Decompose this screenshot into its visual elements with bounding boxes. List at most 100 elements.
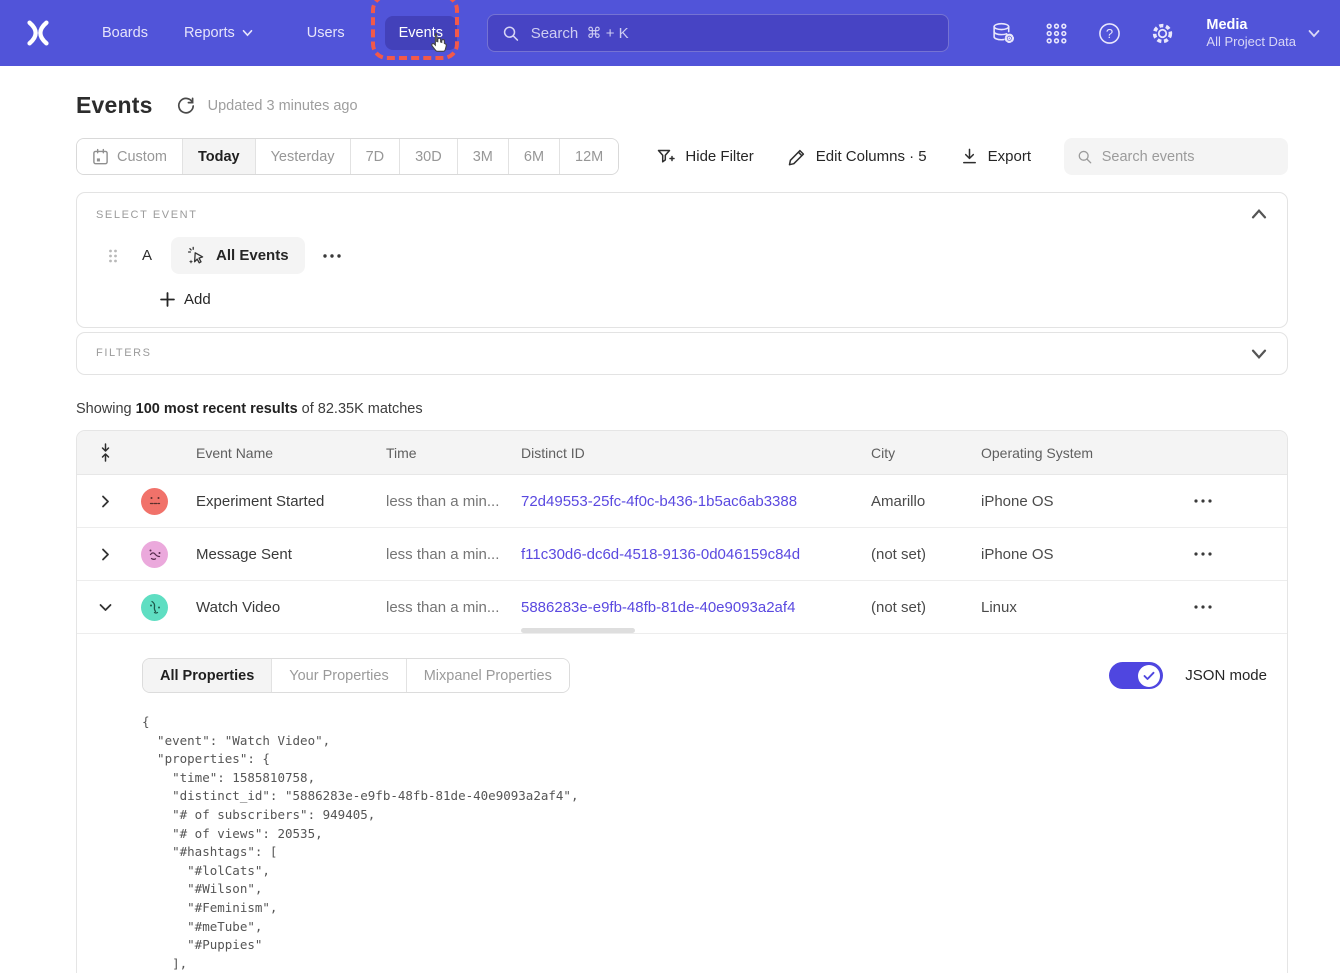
date-12m-button[interactable]: 12M [560,139,618,174]
header-event-name[interactable]: Event Name [177,445,367,461]
chevron-down-icon [242,29,253,37]
pencil-icon [787,147,807,167]
nav-events[interactable]: Events [385,16,457,50]
distinct-id-cell: 72d49553-25fc-4f0c-b436-1b5ac6ab3388 [502,493,852,510]
avatar [141,541,168,568]
expand-chevron-down-icon[interactable] [1251,346,1267,362]
chevron-down-icon [1308,29,1320,38]
chevron-right-icon [101,495,110,508]
json-mode-label: JSON mode [1185,667,1267,684]
apps-grid-icon[interactable] [1043,20,1069,46]
date-6m-button[interactable]: 6M [509,139,560,174]
mixpanel-logo-icon[interactable] [22,17,54,49]
export-button[interactable]: Export [960,147,1031,166]
row-actions-menu[interactable] [1157,498,1287,504]
distinct-id-cell: f11c30d6-dc6d-4518-9136-0d046159c84d [502,546,852,563]
search-events-input[interactable] [1102,149,1275,165]
date-range-control: Custom Today Yesterday 7D 30D 3M 6M 12M [76,138,619,175]
table-row-expanded[interactable]: Watch Video less than a min... 5886283e-… [77,581,1287,634]
row-actions-menu[interactable] [1157,551,1287,557]
city-cell: (not set) [852,546,962,563]
data-management-icon[interactable] [990,20,1016,46]
events-page: Boards Reports Users Events [0,0,1340,974]
project-selector[interactable]: Media All Project Data [1206,16,1320,50]
download-icon [960,147,979,166]
edit-columns-label: Edit Columns · 5 [816,148,927,165]
date-30d-button[interactable]: 30D [400,139,458,174]
page-title: Events [76,92,153,119]
summary-suffix: of 82.35K matches [298,401,423,417]
events-table: Event Name Time Distinct ID City Operati… [76,430,1288,973]
date-7d-button[interactable]: 7D [351,139,401,174]
global-search-input[interactable] [531,25,934,42]
help-icon[interactable]: ? [1096,20,1122,46]
tab-your-properties[interactable]: Your Properties [272,659,406,692]
primary-nav: Boards Reports Users Events [88,16,457,50]
date-yesterday-button[interactable]: Yesterday [256,139,351,174]
event-more-menu[interactable] [321,253,343,259]
search-events-field[interactable] [1064,138,1288,175]
avatar [141,488,168,515]
navbar-right: ? Media All Project Data [990,16,1320,50]
date-today-button[interactable]: Today [183,139,256,174]
date-3m-button[interactable]: 3M [458,139,509,174]
sort-column-button[interactable] [77,443,133,462]
os-cell: iPhone OS [962,546,1157,563]
header-time[interactable]: Time [367,445,502,461]
time-cell: less than a min... [367,493,502,510]
tab-all-properties[interactable]: All Properties [143,659,272,692]
json-mode-toggle[interactable] [1109,662,1163,689]
check-icon [1143,671,1155,681]
hide-filter-button[interactable]: Hide Filter [656,147,753,167]
avatar-face [146,492,164,510]
distinct-id-link[interactable]: 5886283e-e9fb-48fb-81de-40e9093a2af4 [521,599,795,616]
table-row[interactable]: Experiment Started less than a min... 72… [77,475,1287,528]
time-cell: less than a min... [367,599,502,616]
last-updated-text: Updated 3 minutes ago [208,98,358,114]
settings-gear-icon[interactable] [1149,20,1175,46]
distinct-id-link[interactable]: f11c30d6-dc6d-4518-9136-0d046159c84d [521,546,800,563]
global-search[interactable] [487,14,949,52]
chevron-right-icon [101,548,110,561]
edit-columns-button[interactable]: Edit Columns · 5 [787,147,927,167]
all-events-pill[interactable]: All Events [171,237,305,274]
add-event-button[interactable]: Add [160,291,1287,308]
expand-row-button[interactable] [77,495,133,508]
expand-row-button[interactable] [77,548,133,561]
collapse-row-button[interactable] [77,603,133,612]
avatar-cell [133,594,177,621]
distinct-id-link[interactable]: 72d49553-25fc-4f0c-b436-1b5ac6ab3388 [521,493,797,510]
drag-handle-icon[interactable] [107,248,119,264]
nav-reports[interactable]: Reports [170,16,267,50]
hide-filter-label: Hide Filter [685,148,753,165]
date-custom-button[interactable]: Custom [77,139,183,174]
nav-boards[interactable]: Boards [88,16,162,50]
header-os[interactable]: Operating System [962,445,1157,461]
event-json-content: { "event": "Watch Video", "properties": … [142,713,1267,973]
filters-card[interactable]: FILTERS [76,332,1288,375]
event-cursor-sparkle-icon [187,246,207,266]
header-distinct-id[interactable]: Distinct ID [502,445,852,461]
row-actions-menu[interactable] [1157,604,1287,610]
calendar-icon [92,148,109,166]
results-summary: Showing 100 most recent results of 82.35… [76,401,1288,417]
event-name-cell: Watch Video [177,599,367,616]
event-detail-panel: All Properties Your Properties Mixpanel … [77,634,1287,973]
refresh-icon[interactable] [176,96,196,116]
city-cell: (not set) [852,599,962,616]
summary-bold: 100 most recent results [136,401,298,417]
city-cell: Amarillo [852,493,962,510]
avatar-face [146,598,164,616]
header-city[interactable]: City [852,445,962,461]
ellipsis-icon [321,253,343,259]
time-cell: less than a min... [367,546,502,563]
tab-mixpanel-properties[interactable]: Mixpanel Properties [407,659,569,692]
nav-users[interactable]: Users [293,16,359,50]
time-column-scrollbar[interactable] [521,628,635,633]
table-row[interactable]: Message Sent less than a min... f11c30d6… [77,528,1287,581]
detail-toolbar: All Properties Your Properties Mixpanel … [142,658,1267,693]
ellipsis-icon [1193,604,1213,610]
os-cell: iPhone OS [962,493,1157,510]
collapse-chevron-up-icon[interactable] [1251,206,1267,222]
sort-arrows-icon [99,443,112,462]
